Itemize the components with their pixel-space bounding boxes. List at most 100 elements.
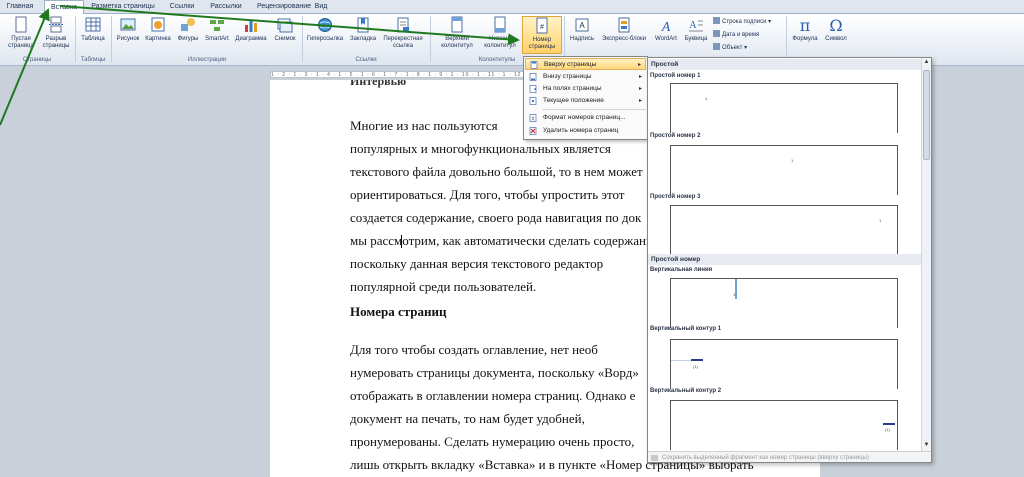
thumb-vertical-line — [735, 279, 737, 299]
clipart-icon — [151, 17, 165, 32]
calendar-icon — [713, 30, 720, 37]
gallery-item-label: Вертикальный контур 1 — [650, 326, 722, 332]
current-position-icon — [529, 97, 537, 105]
svg-text:A: A — [579, 21, 585, 30]
submenu-arrow-icon: ▸ — [637, 62, 641, 68]
submenu-arrow-icon: ▸ — [638, 86, 642, 92]
thumb-page-number: (1) — [693, 364, 698, 369]
menu-item-format-page-numbers[interactable]: # Формат номеров страниц... — [525, 112, 646, 124]
gallery-item-label: Простой номер 2 — [650, 133, 701, 139]
tab-review[interactable]: Рецензирование — [254, 0, 314, 14]
textbox-icon: A — [575, 18, 589, 32]
thumb-contour-bar — [691, 359, 703, 361]
signature-line-button[interactable]: Строка подписи ▾ — [713, 17, 771, 27]
svg-text:Ω: Ω — [829, 16, 842, 34]
omega-icon: Ω — [829, 16, 842, 34]
footer-button[interactable]: Нижний колонтитул — [479, 16, 521, 54]
tab-page-layout[interactable]: Разметка страницы — [90, 0, 156, 14]
dropcap-icon: A — [689, 20, 703, 32]
save-selection-as-page-number: Сохранить выделенный фрагмент как номер … — [648, 451, 931, 462]
object-button[interactable]: Объект ▾ — [713, 43, 747, 53]
page-break-icon — [49, 16, 63, 33]
picture-button[interactable]: Рисунок — [114, 16, 142, 54]
shapes-button[interactable]: Фигуры — [174, 16, 202, 54]
tab-mailings[interactable]: Рассылки — [206, 0, 246, 14]
bookmark-button[interactable]: Закладка — [347, 16, 379, 54]
shapes-icon — [181, 18, 195, 31]
chart-icon — [245, 20, 257, 32]
smartart-button[interactable]: SmartArt — [202, 16, 232, 54]
formula-button[interactable]: π Формула — [789, 16, 821, 54]
blank-page-button[interactable]: Пустая страница — [4, 16, 38, 54]
picture-icon — [120, 18, 136, 31]
header-icon — [451, 16, 463, 33]
scroll-up-icon[interactable]: ▲ — [922, 58, 931, 67]
screenshot-button[interactable]: Снимок — [270, 16, 300, 54]
gallery-item-vertical-contour-1[interactable]: (1) — [670, 339, 898, 389]
gallery-item-simple-2[interactable]: 1 — [670, 145, 898, 195]
scroll-down-icon[interactable]: ▼ — [922, 441, 931, 450]
submenu-arrow-icon: ▸ — [638, 74, 642, 80]
gallery-item-label: Простой номер 3 — [650, 194, 701, 200]
globe-icon — [318, 18, 332, 32]
table-button[interactable]: Таблица — [78, 16, 108, 54]
clipart-button[interactable]: Картинка — [143, 16, 173, 54]
svg-text:#: # — [532, 117, 535, 123]
submenu-arrow-icon: ▸ — [638, 98, 642, 104]
screenshot-icon — [277, 18, 293, 33]
page-margins-icon — [529, 85, 537, 93]
thumb-contour-bar — [883, 423, 895, 425]
chart-button[interactable]: Диаграмма — [232, 16, 270, 54]
crossref-button[interactable]: Перекрестная ссылка — [380, 16, 426, 54]
svg-text:A: A — [661, 20, 671, 34]
group-separator — [786, 16, 787, 62]
group-pages-label: Страницы — [22, 57, 52, 63]
gallery-item-vertical-line[interactable]: 1 — [670, 278, 898, 328]
hyperlink-button[interactable]: Гиперссылка — [304, 16, 346, 54]
gallery-item-vertical-contour-2[interactable]: (1) — [670, 400, 898, 450]
group-illustrations-label: Иллюстрации — [187, 57, 227, 63]
thumb-page-number: 1 — [733, 292, 736, 297]
gallery-section-simple-number: Простой номер — [648, 254, 922, 265]
menu-item-remove-page-numbers[interactable]: Удалить номера страниц — [525, 125, 646, 137]
tab-references[interactable]: Ссылки — [164, 0, 200, 14]
table-icon — [85, 17, 101, 32]
group-tables-label: Таблицы — [80, 57, 106, 63]
tab-insert[interactable]: Вставка — [44, 0, 84, 15]
pi-icon: π — [800, 16, 811, 34]
wordart-icon: A — [661, 20, 671, 34]
date-time-button[interactable]: Дата и время — [713, 30, 759, 40]
thumb-page-number: 1 — [879, 218, 882, 223]
gallery-item-label: Вертикальный контур 2 — [650, 388, 722, 394]
page-number-button[interactable]: # Номер страницы — [522, 16, 562, 54]
gallery-scrollbar[interactable]: ▲ ▼ — [921, 58, 931, 451]
dropcap-button[interactable]: A Буквица — [682, 16, 710, 54]
group-separator — [430, 16, 431, 62]
quickparts-icon — [618, 17, 630, 33]
bottom-of-page-icon — [529, 73, 537, 81]
menu-item-bottom-of-page[interactable]: Внизу страницы ▸ — [525, 71, 646, 83]
scroll-thumb[interactable] — [923, 70, 930, 160]
menu-item-current-position[interactable]: Текущее положение ▸ — [525, 95, 646, 107]
tab-home[interactable]: Главная — [2, 0, 38, 14]
gallery-item-simple-3[interactable]: 1 — [670, 205, 898, 255]
gallery-item-label: Простой номер 1 — [650, 73, 701, 79]
thumb-page-number: 1 — [705, 96, 708, 101]
tab-view[interactable]: Вид — [310, 0, 332, 14]
page-break-button[interactable]: Разрыв страницы — [40, 16, 72, 54]
svg-text:#: # — [540, 24, 544, 31]
svg-text:π: π — [800, 16, 811, 34]
quickparts-button[interactable]: Экспресс-блоки — [598, 16, 650, 54]
menu-item-page-margins[interactable]: На полях страницы ▸ — [525, 83, 646, 95]
remove-icon — [529, 127, 537, 135]
menu-item-top-of-page[interactable]: Вверху страницы ▸ — [525, 58, 646, 70]
menu-separator — [542, 109, 646, 110]
text-cursor — [401, 235, 402, 248]
top-of-page-icon — [530, 61, 538, 69]
textbox-button[interactable]: A Надпись — [567, 16, 597, 54]
wordart-button[interactable]: A WordArt — [651, 16, 681, 54]
gallery-item-simple-1[interactable]: 1 — [670, 83, 898, 133]
thumb-page-number: 1 — [791, 158, 794, 163]
symbol-button[interactable]: Ω Символ — [822, 16, 850, 54]
header-button[interactable]: Верхний колонтитул — [436, 16, 478, 54]
